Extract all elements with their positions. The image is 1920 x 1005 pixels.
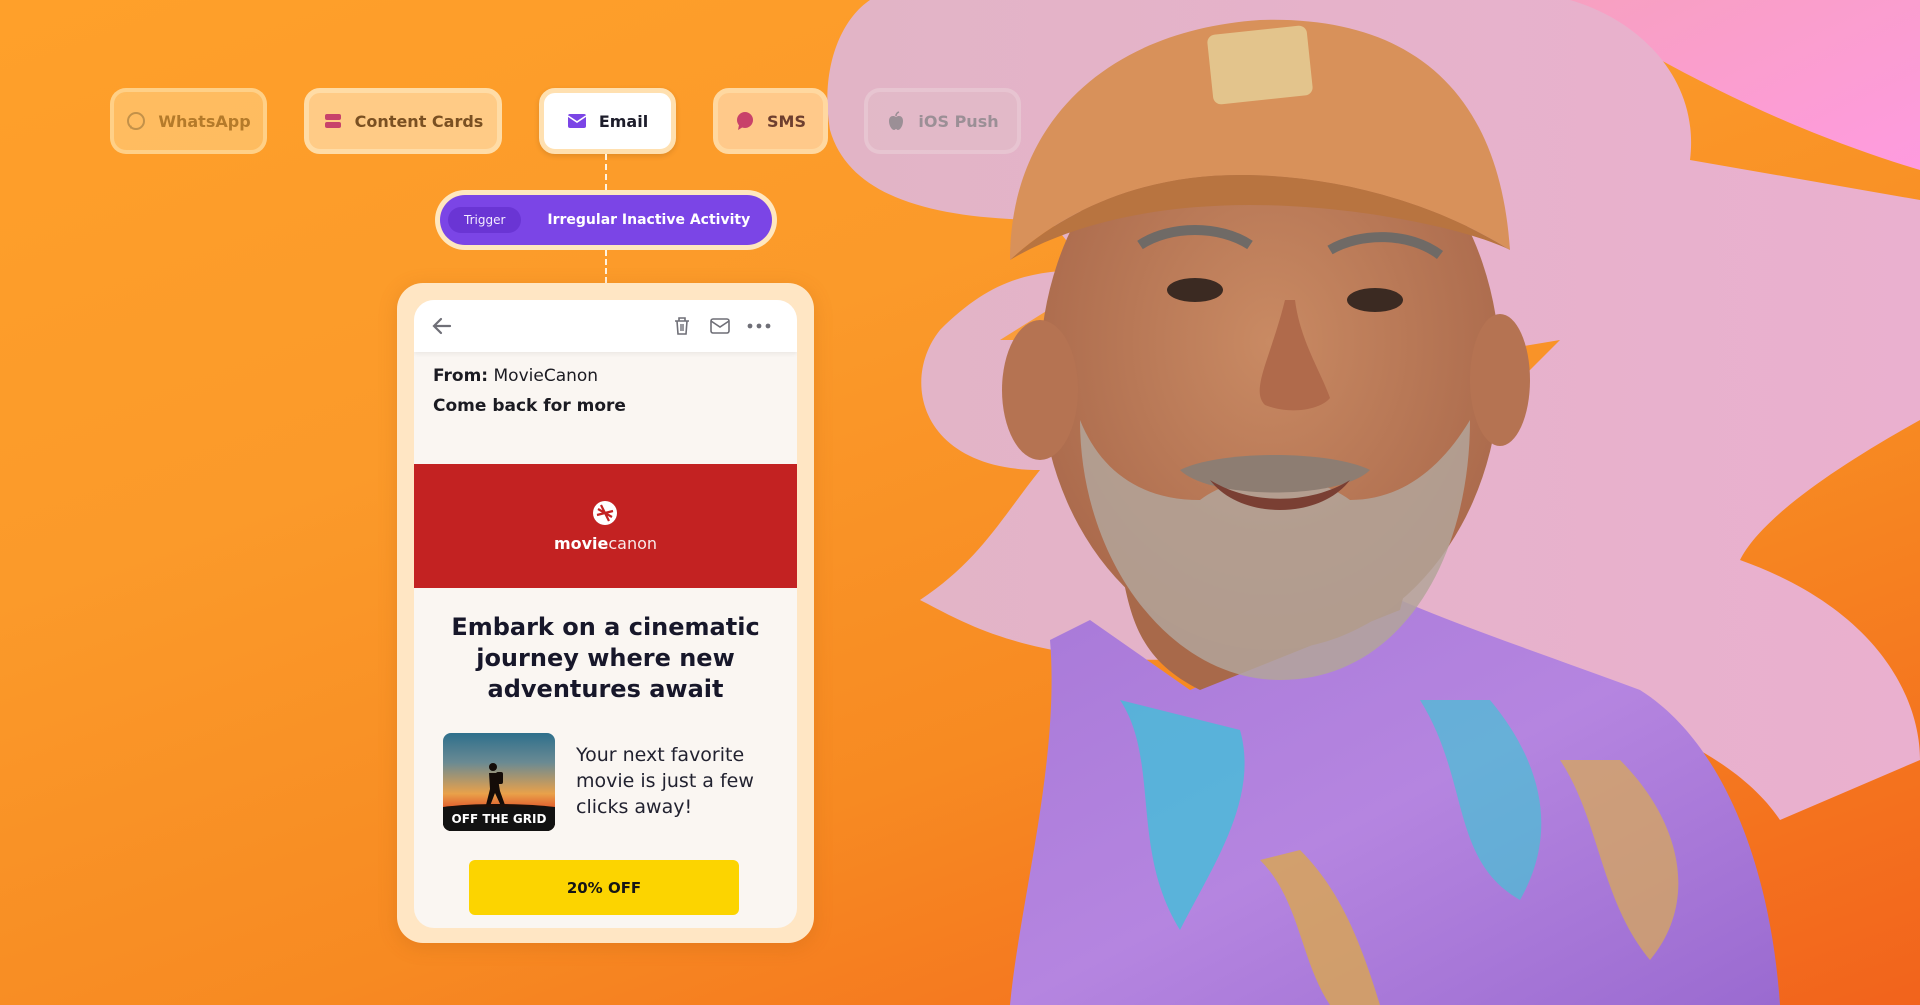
channel-chip-ios-push[interactable]: iOS Push <box>864 88 1021 154</box>
email-headline: Embark on a cinematic journey where new … <box>451 613 760 703</box>
thumbnail-caption: OFF THE GRID <box>443 807 555 831</box>
from-label: From: <box>433 366 489 386</box>
discount-cta-button[interactable]: 20% OFF <box>469 860 739 915</box>
email-preview: From: MovieCanon Come back for more movi… <box>414 300 797 928</box>
channel-chip-content-cards[interactable]: Content Cards <box>304 88 502 154</box>
from-value: MovieCanon <box>493 366 599 386</box>
back-arrow-icon[interactable] <box>430 314 454 338</box>
connector-line <box>605 250 607 283</box>
channel-chip-email[interactable]: Email <box>539 88 676 154</box>
email-preview-card: From: MovieCanon Come back for more movi… <box>397 283 814 943</box>
channel-chip-label: Email <box>598 111 649 131</box>
trigger-pill[interactable]: Trigger Irregular Inactive Activity <box>435 190 777 250</box>
whatsapp-icon <box>126 111 146 131</box>
trash-icon[interactable] <box>670 314 694 338</box>
channel-chip-label: WhatsApp <box>158 111 251 131</box>
channel-chip-sms[interactable]: SMS <box>713 88 828 154</box>
envelope-icon <box>567 111 587 131</box>
channel-chip-whatsapp[interactable]: WhatsApp <box>110 88 267 154</box>
channel-chip-label: Content Cards <box>354 111 484 131</box>
channel-chip-label: iOS Push <box>918 111 999 131</box>
moviecanon-logo-icon <box>593 501 617 525</box>
brand-light: canon <box>608 534 658 553</box>
brand-banner: moviecanon <box>414 464 797 588</box>
email-meta: From: MovieCanon Come back for more <box>433 366 626 416</box>
more-icon[interactable] <box>747 314 771 338</box>
envelope-icon[interactable] <box>708 314 732 338</box>
email-subject: Come back for more <box>433 396 626 416</box>
content-cards-icon <box>323 111 343 131</box>
brand-wordmark: moviecanon <box>414 534 797 553</box>
channel-chip-label: SMS <box>767 111 806 131</box>
connector-line <box>605 154 607 190</box>
movie-thumbnail[interactable]: OFF THE GRID <box>443 733 555 831</box>
apple-icon <box>886 111 906 131</box>
promo-text: Your next favorite movie is just a few c… <box>576 744 754 818</box>
brand-bold: movie <box>553 534 609 553</box>
chat-bubble-icon <box>735 111 755 131</box>
trigger-text: Irregular Inactive Activity <box>547 212 751 228</box>
trigger-badge: Trigger <box>448 207 522 233</box>
email-toolbar <box>414 300 797 352</box>
email-from: From: MovieCanon <box>433 366 626 386</box>
